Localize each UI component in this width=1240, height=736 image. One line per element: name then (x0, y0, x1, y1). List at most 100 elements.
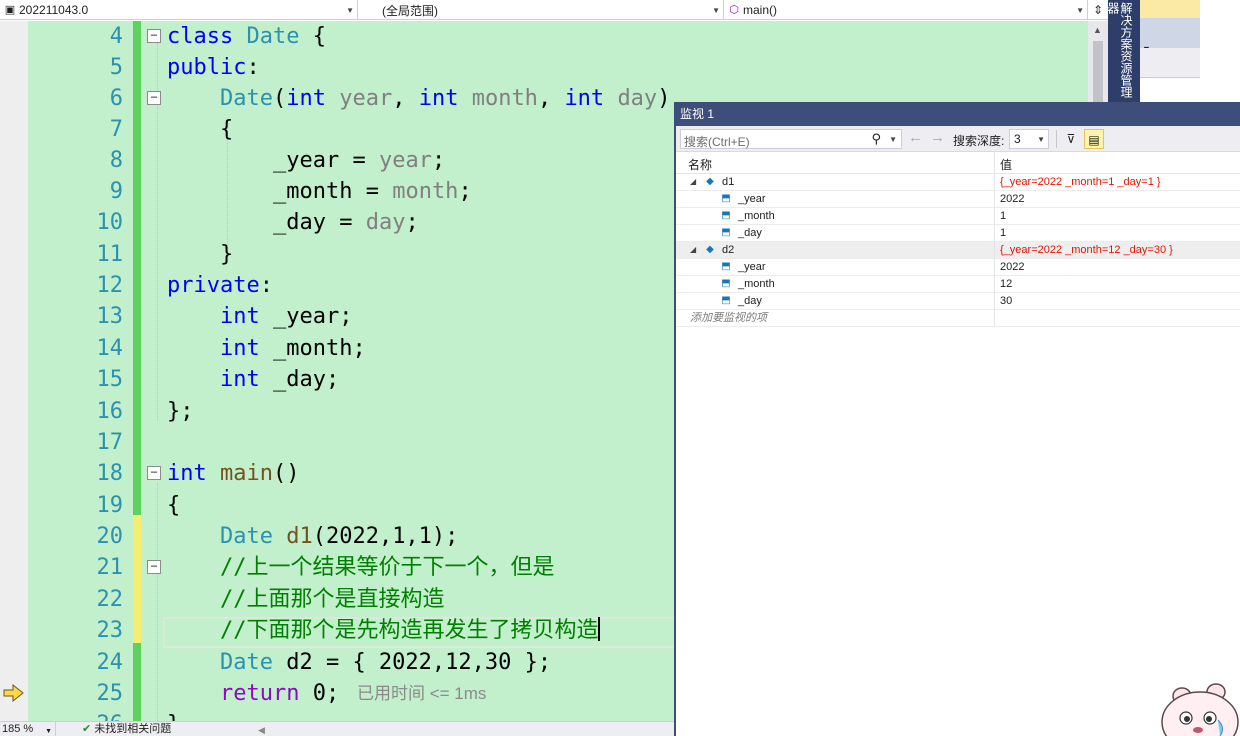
search-forward-icon[interactable]: → (930, 129, 945, 146)
watch-name: _month (738, 210, 775, 222)
code-text: { (167, 493, 181, 518)
code-text: int _year; (219, 304, 353, 329)
add-watch-row[interactable]: 添加要监视的项 (676, 310, 1240, 327)
watch-search-input[interactable]: 搜索(Ctrl+E) ⚲ ▼ (680, 129, 902, 149)
code-text: int _day; (219, 367, 340, 392)
split-icon[interactable]: ⇕ (1088, 0, 1108, 20)
search-back-icon[interactable]: ← (908, 129, 923, 146)
chevron-down-icon: ▼ (346, 6, 354, 15)
field-icon: ⬒ (721, 193, 731, 204)
navigation-bar: ▣ 202211043.0 ▼ (全局范围) ▼ ⬡ main() ▼ ⇕ (0, 0, 1108, 20)
watch-row[interactable]: ⬒ _year 2022 (676, 259, 1240, 276)
chevron-down-icon: ▼ (712, 6, 720, 15)
line-number: 5 (109, 55, 123, 80)
search-placeholder: 搜索(Ctrl+E) (684, 135, 750, 149)
watch-row[interactable]: ⬒ _day 30 (676, 293, 1240, 310)
watch-title[interactable]: 监视 1 (676, 102, 1240, 126)
line-number: 13 (96, 304, 124, 329)
scope-dropdown[interactable]: (全局范围) ▼ (358, 0, 724, 20)
add-watch-placeholder: 添加要监视的项 (690, 312, 767, 324)
line-number: 18 (96, 461, 124, 486)
editor-status-bar: 185 % ▼ ✔ 未找到相关问题 ◀ (0, 721, 674, 736)
scroll-left-icon[interactable]: ◀ (258, 723, 265, 736)
comment-text: //上一个结果等价于下一个，但是 (219, 555, 555, 580)
watch-value: 12 (1000, 278, 1013, 290)
watch-row[interactable]: ⬒ _day 1 (676, 225, 1240, 242)
code-text: return 0; (219, 681, 340, 706)
hex-display-icon[interactable]: ▤ (1084, 129, 1104, 149)
value-column-header[interactable]: 值 (1000, 156, 1012, 173)
issues-indicator[interactable]: ✔ 未找到相关问题 (82, 722, 171, 736)
background-toolbar: ▼ (1140, 18, 1200, 54)
code-text: _month = month; (272, 179, 472, 204)
watch-row[interactable]: ◢ ◆ d2 {_year=2022 _month=12 _day=30 } (676, 242, 1240, 259)
line-number: 15 (96, 367, 124, 392)
column-divider[interactable] (994, 152, 995, 174)
line-number: 8 (109, 148, 123, 173)
search-depth-select[interactable]: 3 ▼ (1009, 129, 1049, 149)
column-divider (994, 191, 995, 208)
code-text: } (219, 242, 234, 267)
line-number: 12 (96, 273, 124, 298)
field-icon: ⬒ (721, 295, 731, 306)
line-number: 25 (96, 681, 124, 706)
object-icon: ◆ (706, 244, 714, 255)
method-icon: ⬡ (729, 4, 739, 16)
line-number: 11 (96, 242, 124, 267)
code-text: int _month; (219, 336, 366, 361)
collapse-icon[interactable]: − (147, 91, 161, 105)
code-text: Date(int year, int month, int day) (219, 86, 671, 111)
collapse-icon[interactable]: − (147, 466, 161, 480)
code-text: _year = year; (272, 148, 446, 173)
watch-value: 2022 (1000, 193, 1025, 205)
zoom-select[interactable]: 185 % ▼ (2, 722, 56, 736)
watch-name: _month (738, 278, 775, 290)
field-icon: ⬒ (721, 261, 731, 272)
background-panel (1140, 48, 1200, 78)
search-depth-value: 3 (1014, 132, 1021, 146)
watch-row[interactable]: ⬒ _year 2022 (676, 191, 1240, 208)
toolbar-divider (1056, 130, 1057, 148)
project-label: 202211043.0 (19, 3, 89, 17)
collapse-triangle-icon[interactable]: ◢ (690, 174, 696, 190)
watch-row[interactable]: ◢ ◆ d1 {_year=2022 _month=1 _day=1 } (676, 174, 1240, 191)
watch-value: {_year=2022 _month=12 _day=30 } (1000, 244, 1173, 256)
name-column-header[interactable]: 名称 (688, 156, 712, 173)
function-dropdown[interactable]: ⬡ main() ▼ (724, 0, 1088, 20)
comment-text: //下面那个是先构造再发生了拷贝构造 (219, 617, 601, 643)
issues-label: 未找到相关问题 (94, 723, 172, 735)
watch-value: 30 (1000, 295, 1013, 307)
watch-value: 2022 (1000, 261, 1025, 273)
horizontal-scrollbar[interactable]: ◀ (256, 723, 674, 736)
collapse-triangle-icon[interactable]: ◢ (690, 242, 696, 258)
check-circle-icon: ✔ (82, 723, 92, 735)
collapse-icon[interactable]: − (147, 29, 161, 43)
line-number: 17 (96, 430, 124, 455)
line-number: 21 (96, 555, 124, 580)
watch-name: _day (738, 227, 762, 239)
background-tab (1140, 0, 1200, 18)
watch-row[interactable]: ⬒ _month 1 (676, 208, 1240, 225)
watch-value: {_year=2022 _month=1 _day=1 } (1000, 176, 1161, 188)
line-number: 9 (109, 179, 123, 204)
watch-column-header: 名称 值 (676, 152, 1240, 174)
watch-toolbar: 搜索(Ctrl+E) ⚲ ▼ ← → 搜索深度: 3 ▼ ⊽ ▤ (676, 126, 1240, 152)
column-divider (994, 310, 995, 327)
search-icon[interactable]: ⚲ (871, 131, 881, 147)
solution-explorer-tab[interactable]: 解决方案资源管理器 (1106, 0, 1140, 102)
code-text: Date d1(2022,1,1); (219, 524, 459, 549)
chevron-down-icon: ▼ (45, 728, 52, 735)
object-icon: ◆ (706, 176, 714, 187)
mascot-sticker-icon (1161, 683, 1239, 736)
pin-icon[interactable]: ⊽ (1061, 129, 1081, 149)
watch-row[interactable]: ⬒ _month 12 (676, 276, 1240, 293)
project-dropdown[interactable]: ▣ 202211043.0 ▼ (0, 0, 358, 20)
search-depth-label: 搜索深度: (953, 134, 1005, 148)
text-caret (598, 617, 601, 641)
collapse-icon[interactable]: − (147, 560, 161, 574)
line-number: 7 (109, 117, 123, 142)
code-text: private: (167, 273, 273, 298)
chevron-down-icon[interactable]: ▼ (889, 135, 897, 144)
scroll-up-icon[interactable]: ▲ (1093, 25, 1102, 35)
line-number: 22 (96, 587, 124, 612)
